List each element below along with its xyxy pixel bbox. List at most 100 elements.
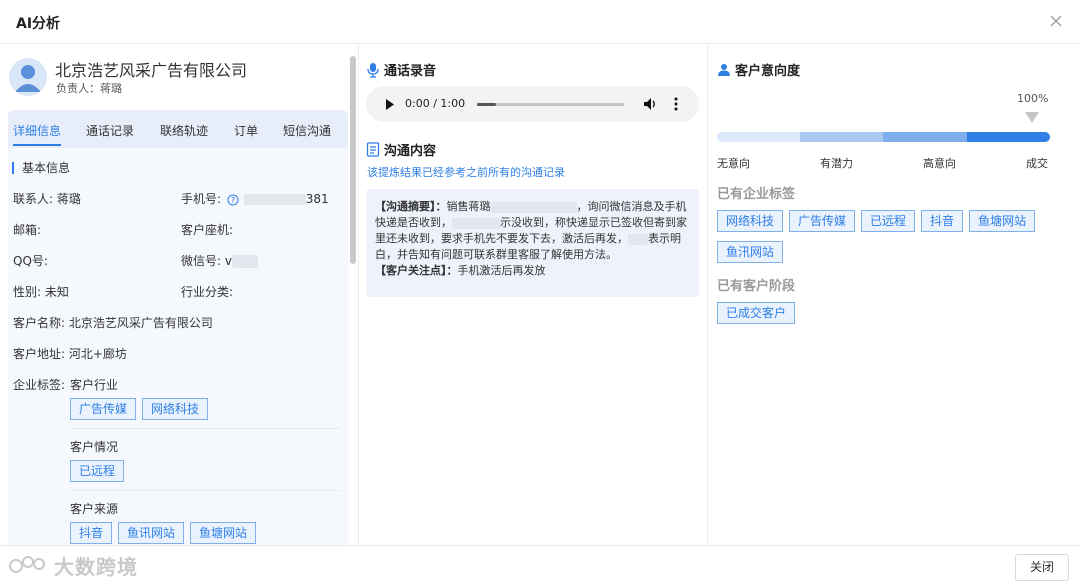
- audio-progress-track[interactable]: [477, 103, 624, 106]
- summary-box: 【沟通摘要】：销售蒋璐 ，询问微信消息及手机快递是否收到， 示没收到，称快递显示已签…: [366, 189, 699, 297]
- content-header: 沟通内容: [366, 140, 436, 159]
- stage-title: 已有客户阶段: [717, 279, 796, 294]
- audio-progress-fill: [477, 103, 496, 106]
- stage-tags-row: 已成交客户: [717, 302, 801, 324]
- info-tabs: 详细信息 通话记录 联络轨迹 订单 短信沟通: [8, 110, 348, 148]
- owner-label: 负责人：: [56, 82, 100, 95]
- focus-text: 手机激活后再发放: [457, 264, 546, 277]
- tag: 抖音: [70, 522, 113, 544]
- tag-group-source: 抖音 鱼讯网站 鱼塘网站: [70, 522, 262, 544]
- wechat-prefix: v: [224, 254, 232, 268]
- intent-column: 客户意向度 100% 无意向 有潜力 高意向 成交 已有企业标签 网络科技 广告传…: [708, 44, 1080, 545]
- scrollbar[interactable]: [350, 56, 356, 264]
- wechat-field: 微信号: v: [181, 252, 258, 269]
- mobile-masked: [243, 194, 306, 205]
- level-label: 有潜力: [820, 157, 853, 170]
- dialog-header: AI分析: [0, 0, 1080, 44]
- close-icon[interactable]: [1046, 10, 1066, 32]
- watermark: 大数跨境: [8, 552, 138, 579]
- landline-field: 客户座机:: [181, 223, 234, 237]
- info-panel: 详细信息 通话记录 联络轨迹 订单 短信沟通 基本信息 联系人: 蒋璐 手机号:…: [8, 110, 348, 545]
- customer-name-field: 客户名称: 北京浩艺风采广告有限公司: [13, 316, 213, 330]
- active-tab-indicator: [13, 144, 61, 146]
- level-label: 无意向: [717, 157, 750, 170]
- address-field: 客户地址: 河北+廊坊: [13, 347, 127, 361]
- mobile-label: 手机号:: [181, 192, 222, 206]
- tag-group-industry: 广告传媒 网络科技: [70, 398, 214, 420]
- tag: 已远程: [70, 460, 125, 482]
- mobile-tail: 381: [305, 192, 329, 206]
- tag: 鱼塘网站: [969, 210, 1036, 232]
- intent-segment: [717, 132, 800, 142]
- tag: 鱼汛网站: [717, 241, 784, 263]
- tag-group-title: 客户情况: [70, 440, 119, 454]
- level-label: 成交: [1026, 157, 1048, 170]
- help-icon[interactable]: ?: [227, 194, 239, 206]
- tag: 网络科技: [142, 398, 209, 420]
- divider: [70, 428, 340, 429]
- contact-field: 联系人: 蒋璐: [13, 192, 81, 206]
- focus-label: 【客户关注点】：: [375, 264, 458, 277]
- enterprise-tags-label: 企业标签:: [13, 378, 66, 392]
- watermark-logo-icon: [9, 556, 45, 573]
- tag: 已远程: [861, 210, 916, 232]
- svg-text:?: ?: [231, 196, 235, 205]
- intent-segment: [800, 132, 883, 142]
- user-icon: [15, 65, 41, 92]
- dialog-title: AI分析: [16, 16, 61, 32]
- masked-text: [452, 217, 500, 229]
- tag: 鱼讯网站: [118, 522, 185, 544]
- call-analysis-column: 通话录音 0:00 / 1:00 沟通内容 该提炼结果已经参考之前所有的沟通记录…: [359, 44, 707, 545]
- tab-orders[interactable]: 订单: [234, 122, 258, 139]
- wechat-label: 微信号:: [181, 254, 222, 268]
- tag: 广告传媒: [789, 210, 856, 232]
- audio-time: 0:00 / 1:00: [405, 97, 466, 110]
- tag-group-situation: 已远程: [70, 460, 130, 482]
- intent-bar: [717, 132, 1050, 142]
- divider: [70, 490, 340, 491]
- tab-call-records[interactable]: 通话记录: [86, 122, 134, 139]
- more-options-icon[interactable]: [673, 97, 679, 111]
- audio-player[interactable]: 0:00 / 1:00: [366, 86, 699, 122]
- intent-header: 客户意向度: [717, 60, 800, 79]
- document-icon: [366, 142, 380, 157]
- recording-header: 通话录音: [366, 60, 436, 79]
- intent-title: 客户意向度: [735, 64, 801, 79]
- email-field: 邮箱:: [13, 223, 42, 237]
- enterprise-tags-row: 网络科技 广告传媒 已远程 抖音 鱼塘网站: [717, 210, 1041, 232]
- content-title: 沟通内容: [384, 144, 437, 159]
- tab-contact-trail[interactable]: 联络轨迹: [160, 122, 208, 139]
- tag: 广告传媒: [70, 398, 137, 420]
- tag: 已成交客户: [717, 302, 796, 324]
- tab-details[interactable]: 详细信息: [13, 122, 61, 139]
- mobile-field: 手机号: ? 381: [181, 190, 329, 207]
- avatar: [9, 58, 47, 96]
- tag-group-title: 客户行业: [70, 378, 119, 392]
- masked-text: [490, 201, 577, 213]
- masked-text: [628, 233, 648, 245]
- customer-icon: [718, 63, 730, 76]
- close-button[interactable]: 关闭: [1015, 554, 1069, 581]
- volume-icon[interactable]: [643, 97, 659, 111]
- watermark-text: 大数跨境: [54, 554, 138, 579]
- enterprise-tags-row: 鱼汛网站: [717, 241, 789, 263]
- play-icon[interactable]: [385, 99, 395, 110]
- tag: 抖音: [921, 210, 964, 232]
- owner-name: 蒋璐: [100, 82, 122, 95]
- gender-field: 性别: 未知: [13, 285, 69, 299]
- intent-percent: 100%: [1017, 92, 1049, 105]
- company-name: 北京浩艺风采广告有限公司: [55, 61, 248, 80]
- enterprise-tags-title: 已有企业标签: [717, 187, 796, 202]
- section-title-basic-info: 基本信息: [12, 162, 70, 174]
- wechat-masked: [231, 255, 258, 268]
- microphone-icon: [367, 62, 379, 78]
- tab-sms[interactable]: 短信沟通: [283, 122, 331, 139]
- intent-segment: [883, 132, 967, 142]
- tag: 网络科技: [717, 210, 784, 232]
- tag-group-title: 客户来源: [70, 502, 119, 516]
- summary-label: 【沟通摘要】：: [375, 200, 447, 213]
- level-label: 高意向: [923, 157, 956, 170]
- owner-info: 负责人：蒋璐: [56, 80, 122, 96]
- customer-info-column: 北京浩艺风采广告有限公司 负责人：蒋璐 详细信息 通话记录 联络轨迹 订单 短信…: [0, 44, 358, 545]
- recording-title: 通话录音: [384, 64, 437, 79]
